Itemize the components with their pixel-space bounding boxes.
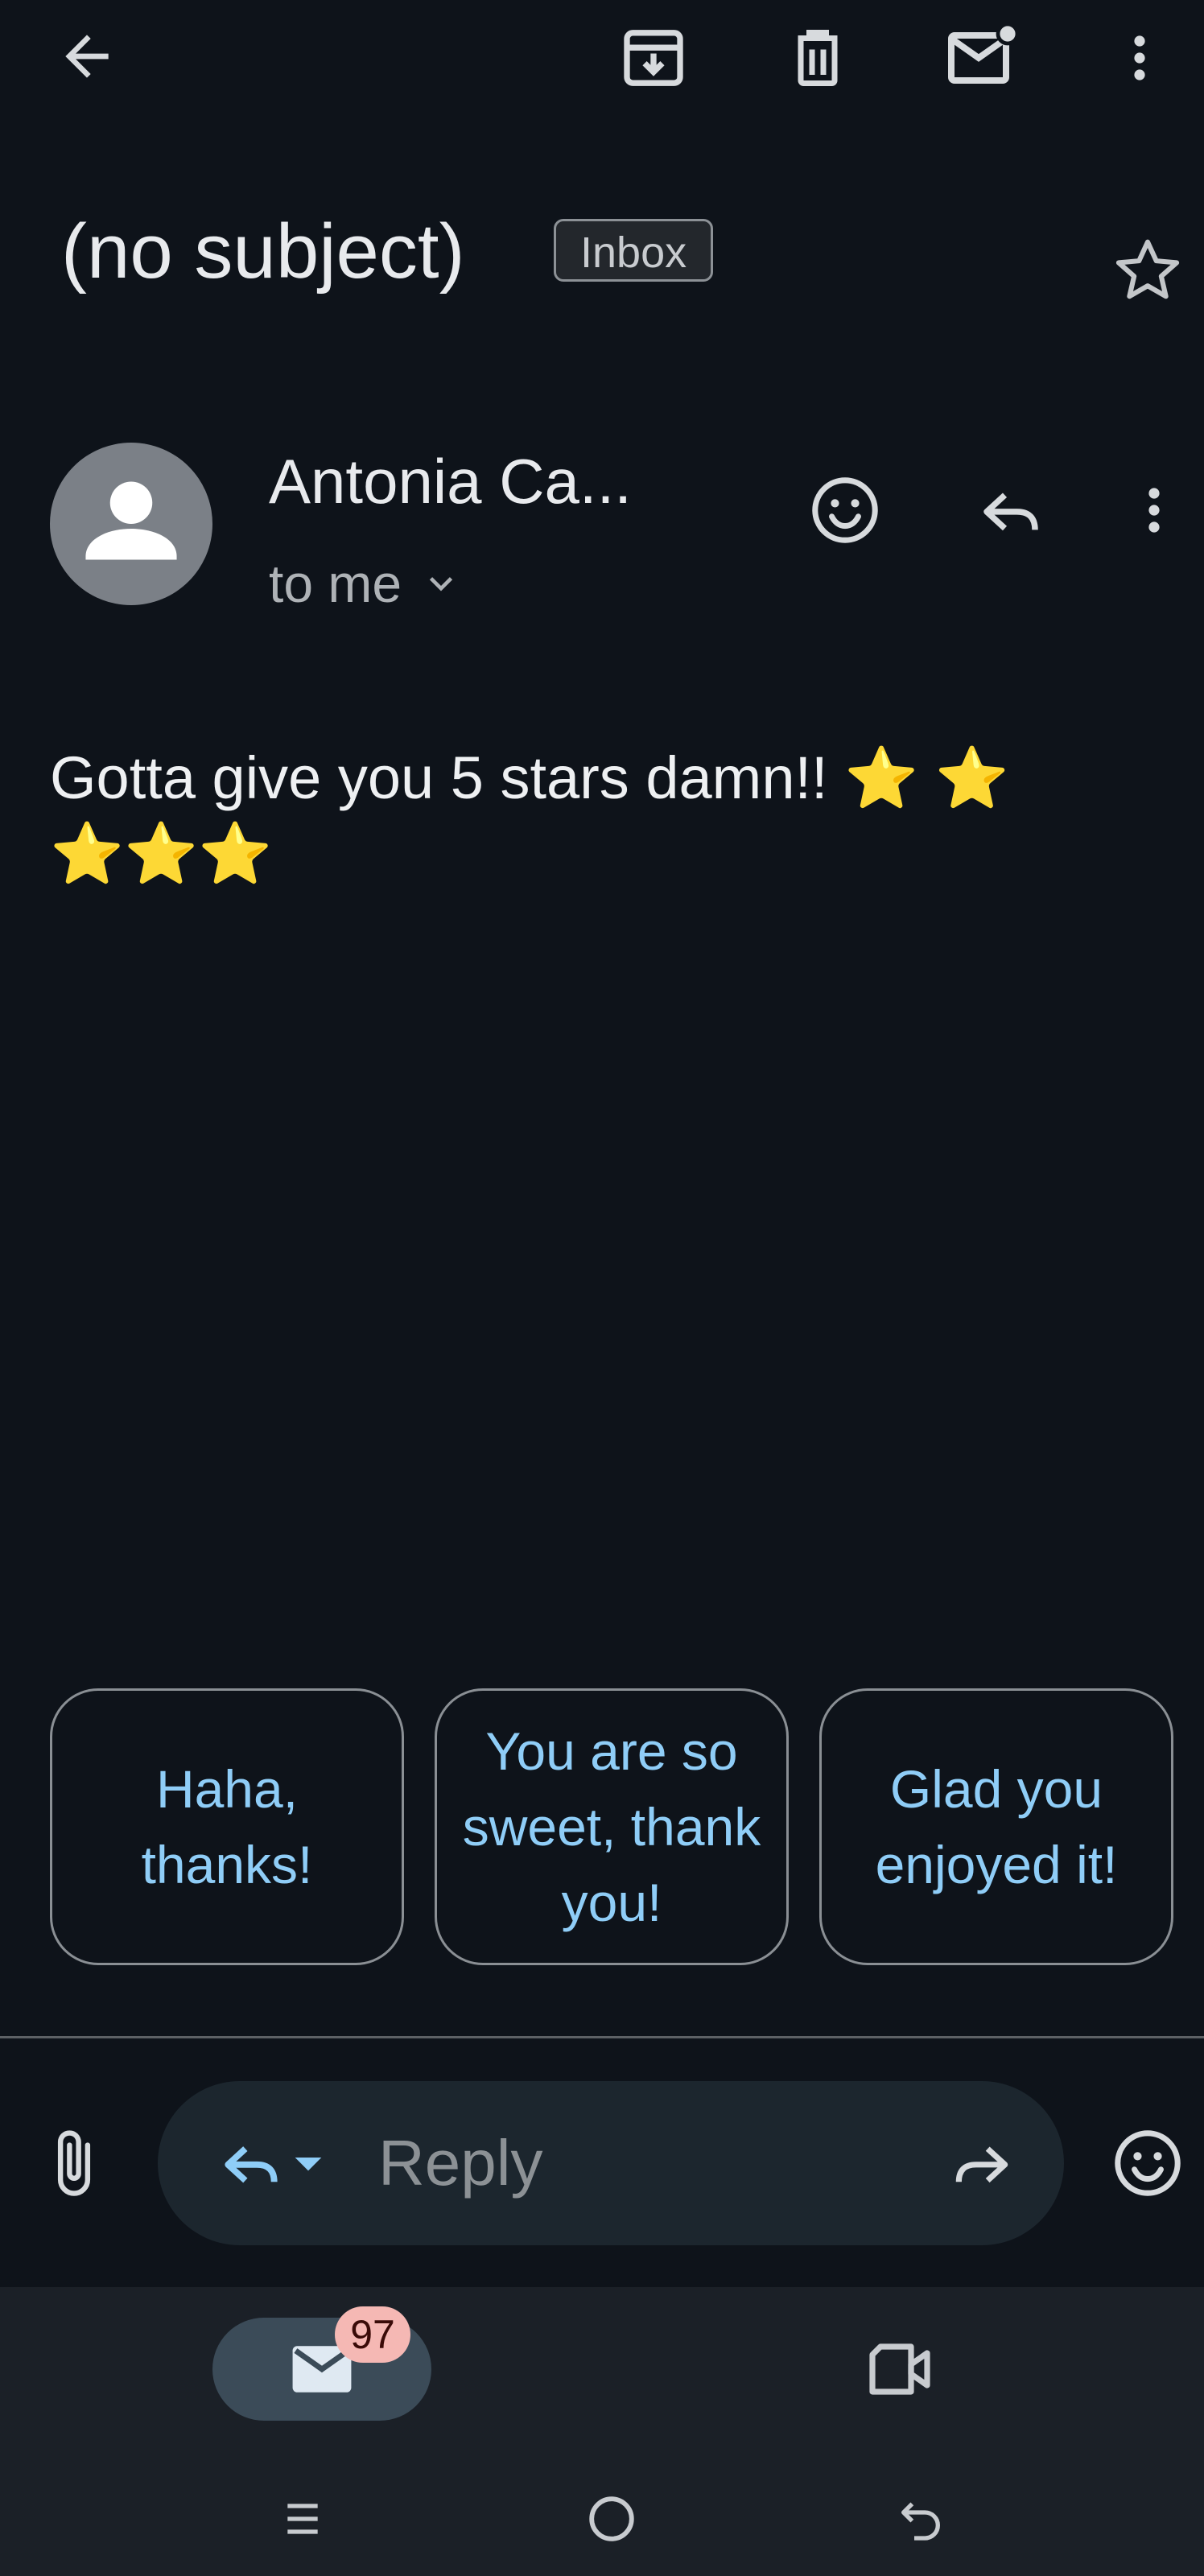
arrow-left-icon — [65, 35, 109, 78]
email-body: Gotta give you 5 stars damn!! ⭐ ⭐ ⭐⭐⭐ — [50, 744, 1009, 887]
archive-icon — [624, 30, 683, 86]
reply-button[interactable] — [963, 462, 1059, 558]
trash-icon — [798, 30, 838, 86]
recipient-details-toggle[interactable]: to me — [269, 547, 461, 620]
divider — [0, 2036, 1204, 2038]
unread-count-badge: 97 — [335, 2306, 410, 2363]
sender-avatar[interactable] — [50, 443, 212, 605]
video-camera-icon — [869, 2343, 930, 2395]
forward-icon — [955, 2146, 1008, 2183]
reply-type-dropdown[interactable] — [193, 2115, 354, 2211]
more-vert-icon — [1134, 35, 1145, 80]
nav-meet-tab[interactable] — [853, 2321, 950, 2417]
system-recents-button[interactable] — [254, 2471, 351, 2567]
message-more-button[interactable] — [1106, 462, 1202, 558]
mail-unread-icon — [948, 22, 1020, 84]
home-circle-icon — [589, 2496, 634, 2541]
mark-unread-button[interactable] — [934, 10, 1030, 106]
caret-down-icon — [295, 2158, 322, 2171]
more-vert-icon — [1148, 488, 1160, 533]
back-button[interactable] — [39, 8, 135, 105]
smart-reply-button[interactable]: Glad you enjoyed it! — [819, 1688, 1173, 1965]
emoji-button[interactable] — [1099, 2115, 1196, 2211]
smart-reply-button[interactable]: Haha, thanks! — [50, 1688, 404, 1965]
system-home-button[interactable] — [563, 2471, 660, 2567]
person-icon — [85, 481, 177, 560]
email-subject: (no subject) — [61, 208, 465, 295]
reply-icon — [225, 2146, 278, 2183]
sender-name[interactable]: Antonia Ca... — [269, 441, 632, 521]
forward-button[interactable] — [934, 2115, 1030, 2211]
add-reaction-button[interactable] — [797, 462, 893, 558]
emoji-icon — [1115, 2130, 1181, 2196]
archive-button[interactable] — [605, 10, 702, 106]
more-options-button[interactable] — [1091, 10, 1188, 106]
attach-button[interactable] — [26, 2115, 122, 2211]
smart-reply-button[interactable]: You are so sweet, thank you! — [435, 1688, 789, 1965]
attachment-icon — [57, 2130, 91, 2196]
delete-button[interactable] — [769, 10, 866, 106]
emoji-icon — [812, 477, 878, 543]
system-back-button[interactable] — [872, 2471, 969, 2567]
inbox-label-chip[interactable]: Inbox — [554, 219, 714, 282]
reply-icon — [983, 493, 1038, 531]
reply-input[interactable]: Reply — [378, 2121, 543, 2205]
recents-icon — [287, 2504, 318, 2534]
chevron-down-icon — [429, 577, 453, 591]
back-gesture-icon — [901, 2502, 941, 2541]
star-outline-icon — [1115, 239, 1180, 299]
star-button[interactable] — [1099, 222, 1196, 319]
recipient-label: to me — [269, 554, 402, 613]
